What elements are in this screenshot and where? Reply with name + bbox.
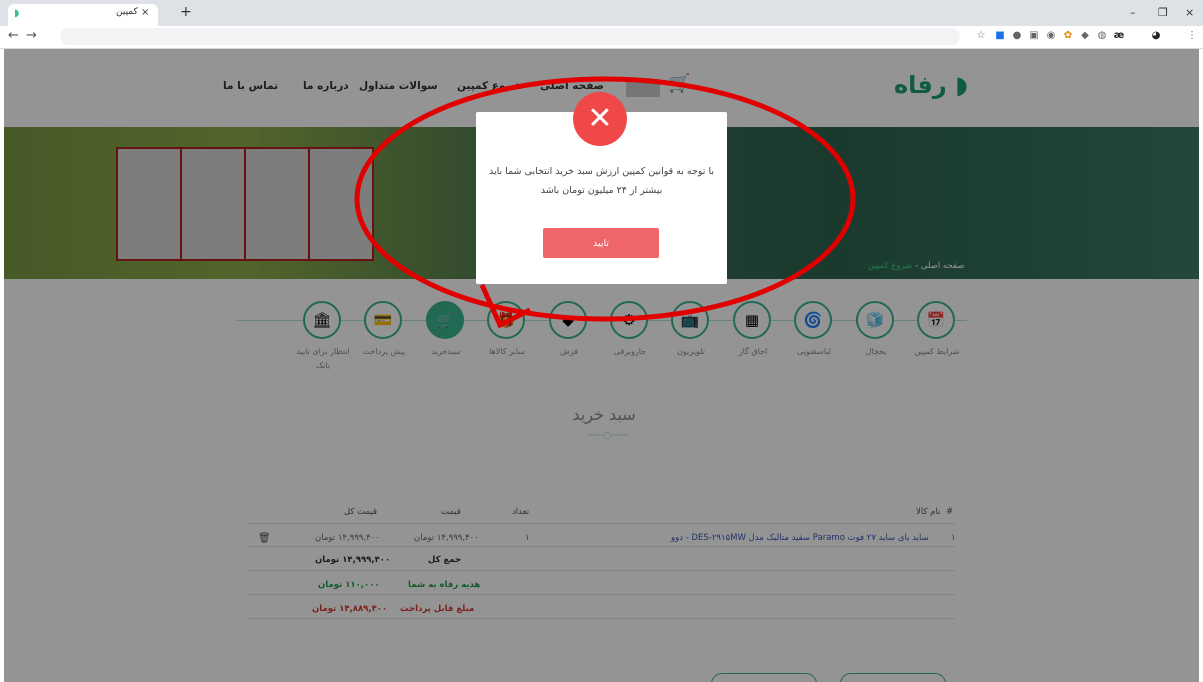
menu-icon[interactable]: ⋮	[1186, 30, 1198, 42]
forward-button[interactable]: →	[26, 28, 37, 43]
browser-tab-strip: ◗ کمپین × + – ❐ ×	[0, 0, 1203, 26]
extension-icon[interactable]: ◉	[1045, 30, 1057, 42]
minimize-button[interactable]: –	[1130, 6, 1136, 19]
alert-dialog: ✕ با توجه به قوانین کمپین ارزش سبد خرید …	[476, 92, 727, 284]
extension-icon[interactable]: æ	[1113, 30, 1125, 42]
back-button[interactable]: ←	[8, 28, 19, 43]
error-x-icon: ✕	[573, 92, 627, 146]
extension-icon[interactable]: ✿	[1062, 30, 1074, 42]
address-bar-row: ← → ☆ ■ ● ▣ ◉ ✿ ◆ ◍ æ ◕ ⋮	[0, 26, 1203, 49]
extension-icon[interactable]: ■	[994, 30, 1006, 42]
maximize-button[interactable]: ❐	[1158, 6, 1168, 19]
address-input[interactable]	[60, 28, 960, 45]
browser-tab[interactable]: ◗ کمپین ×	[8, 4, 158, 26]
profile-icon[interactable]: ◕	[1150, 30, 1162, 42]
site-favicon-icon: ◗	[14, 8, 20, 19]
close-window-button[interactable]: ×	[1185, 6, 1194, 19]
page-viewport: تماس با ما درباره ما سوالات متداول شروع …	[4, 49, 1199, 682]
new-tab-button[interactable]: +	[180, 4, 192, 20]
alert-message: با توجه به قوانین کمپین ارزش سبد خرید ان…	[488, 166, 715, 196]
extension-icon[interactable]: ◆	[1079, 30, 1091, 42]
tab-close-icon[interactable]: ×	[141, 7, 149, 18]
extension-icon[interactable]: ◍	[1096, 30, 1108, 42]
tab-title: کمپین	[116, 7, 138, 17]
confirm-button[interactable]: تایید	[543, 228, 659, 258]
extension-icon[interactable]: ▣	[1028, 30, 1040, 42]
bookmark-star-icon[interactable]: ☆	[975, 30, 987, 42]
extension-icon[interactable]: ●	[1011, 30, 1023, 42]
